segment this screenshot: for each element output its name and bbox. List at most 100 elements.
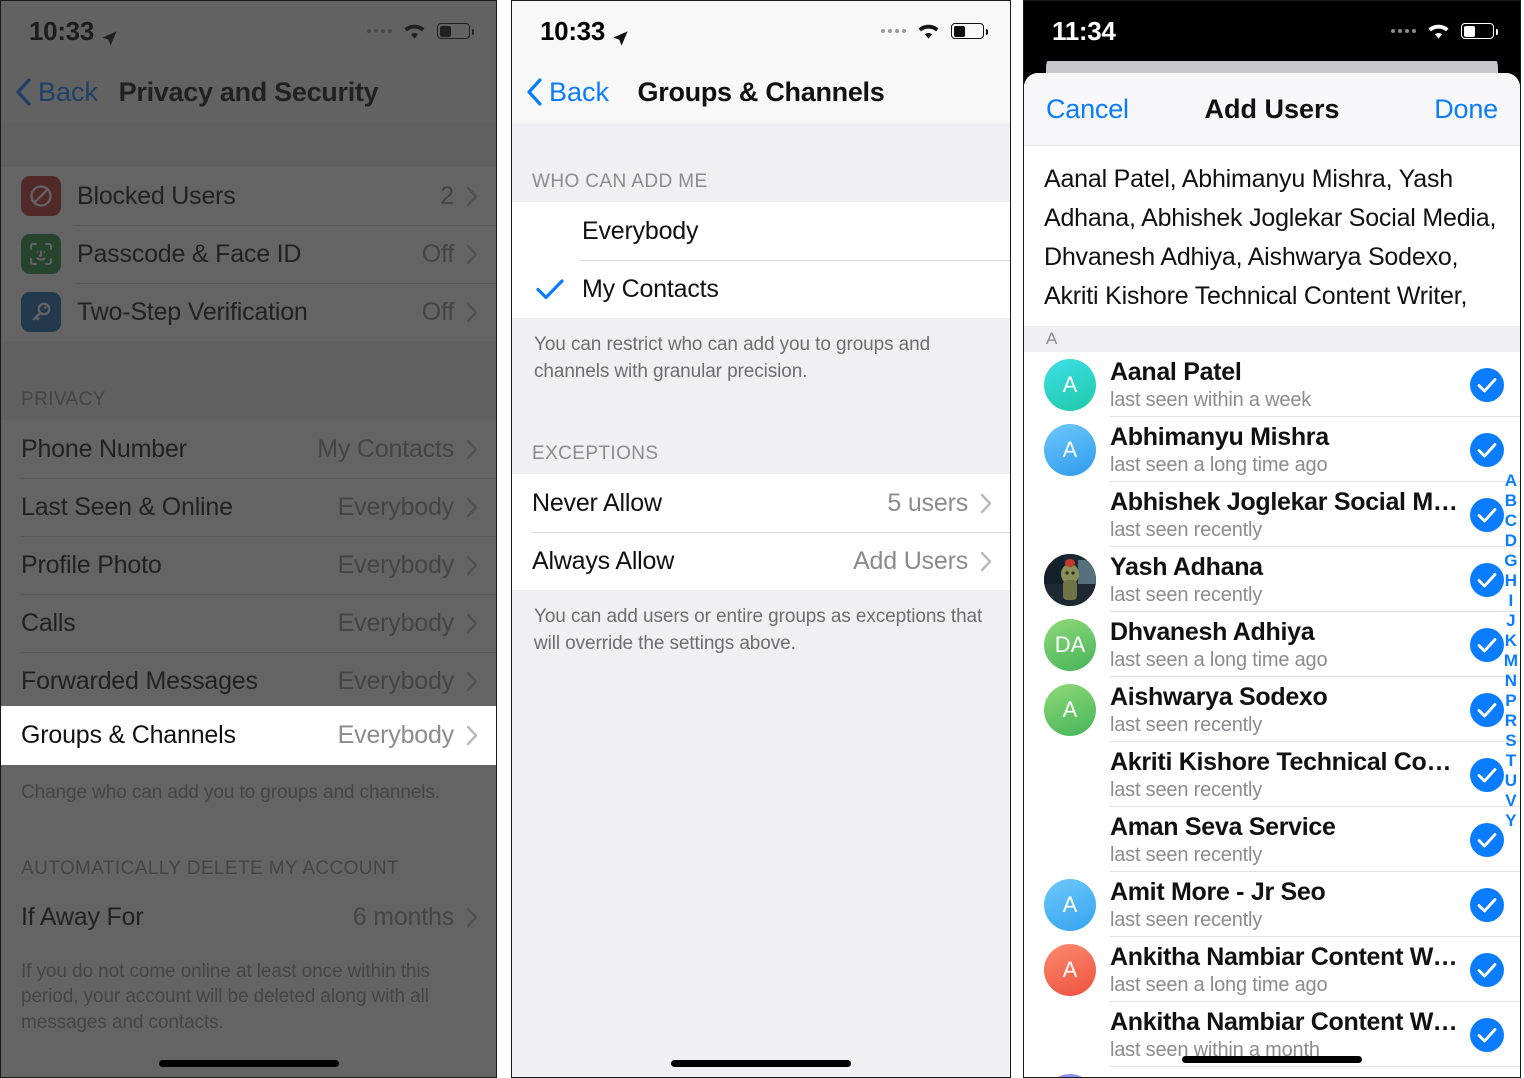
list-item[interactable]: Yash Adhana last seen recently	[1024, 547, 1520, 612]
status-time-wrap: 11:34	[1052, 16, 1116, 47]
alphabet-index-letter[interactable]: N	[1505, 671, 1517, 690]
selected-users-field[interactable]: Aanal Patel, Abhimanyu Mishra, Yash Adha…	[1024, 145, 1520, 326]
list-item[interactable]: A Abhimanyu Mishra last seen a long time…	[1024, 417, 1520, 482]
alphabet-index-letter[interactable]: M	[1504, 651, 1518, 670]
alphabet-index-letter[interactable]: D	[1505, 531, 1517, 550]
alphabet-index-letter[interactable]: G	[1504, 551, 1517, 570]
avatar-initials: A	[1062, 956, 1078, 982]
list-item[interactable]: A Apurva Singh Content Writer	[1024, 1067, 1520, 1077]
alphabet-index-letter[interactable]: Y	[1505, 811, 1516, 830]
status-time: 10:33	[540, 15, 605, 46]
section-index-header: A	[1024, 326, 1520, 352]
row-last-seen-online[interactable]: Last Seen & Online Everybody	[1, 478, 496, 536]
checkmark-selected-icon[interactable]	[1470, 822, 1504, 857]
contact-meta: Aanal Patel last seen within a week	[1110, 358, 1470, 412]
contact-meta: Amit More - Jr Seo last seen recently	[1110, 878, 1470, 932]
row-calls[interactable]: Calls Everybody	[1, 594, 496, 652]
contact-name: Abhimanyu Mishra	[1110, 422, 1329, 451]
list-item[interactable]: A Aanal Patel last seen within a week	[1024, 352, 1520, 417]
row-two-step-verification[interactable]: Two-Step Verification Off	[1, 283, 496, 341]
option-everybody[interactable]: Everybody	[512, 202, 1010, 260]
list-item[interactable]: Akriti Kishore Technical Conten… last se…	[1024, 742, 1520, 807]
done-button[interactable]: Done	[1434, 94, 1498, 125]
list-item[interactable]: A Aishwarya Sodexo last seen recently	[1024, 677, 1520, 742]
block-icon	[21, 176, 61, 216]
chevron-left-icon	[15, 78, 31, 106]
row-passcode-face-id[interactable]: Passcode & Face ID Off	[1, 225, 496, 283]
row-never-allow[interactable]: Never Allow 5 users	[512, 474, 1010, 533]
row-profile-photo[interactable]: Profile Photo Everybody	[1, 536, 496, 594]
alphabet-index-letter[interactable]: P	[1505, 691, 1516, 710]
row-if-away-for[interactable]: If Away For 6 months	[1, 888, 496, 947]
contact-name: Aishwarya Sodexo	[1110, 682, 1328, 711]
alphabet-index-letter[interactable]: J	[1506, 611, 1515, 630]
avatar	[1044, 1009, 1096, 1061]
row-forwarded-messages[interactable]: Forwarded Messages Everybody	[1, 652, 496, 710]
contact-meta: Abhimanyu Mishra last seen a long time a…	[1110, 423, 1470, 477]
checkmark-selected-icon[interactable]	[1470, 952, 1504, 987]
delete-section-header: AUTOMATICALLY DELETE MY ACCOUNT	[21, 857, 400, 879]
contact-name: Ankitha Nambiar Content Writer	[1110, 1007, 1462, 1036]
status-bar: 10:33	[1, 1, 496, 61]
list-item[interactable]: Abhishek Joglekar Social Media last seen…	[1024, 482, 1520, 547]
checkmark-selected-icon[interactable]	[1470, 627, 1504, 662]
option-my-contacts[interactable]: My Contacts	[512, 260, 1010, 318]
row-blocked-users[interactable]: Blocked Users 2	[1, 167, 496, 225]
contact-status: last seen recently	[1110, 583, 1263, 606]
status-indicators	[881, 21, 988, 41]
row-always-allow[interactable]: Always Allow Add Users	[512, 532, 1010, 591]
list-item[interactable]: A Ankitha Nambiar Content Writer last se…	[1024, 937, 1520, 1002]
checkmark-selected-icon[interactable]	[1470, 692, 1504, 727]
exceptions-note: You can add users or entire groups as ex…	[534, 606, 983, 654]
row-groups-and-channels-highlighted[interactable]: Groups & Channels Everybody	[1, 706, 496, 765]
avatar	[1044, 814, 1096, 866]
chevron-right-icon	[466, 439, 478, 460]
alphabet-index-letter[interactable]: I	[1509, 591, 1514, 610]
alphabet-index-letter[interactable]: T	[1506, 751, 1516, 770]
alphabet-index-letter[interactable]: H	[1505, 571, 1517, 590]
alphabet-index-letter[interactable]: K	[1505, 631, 1517, 650]
checkmark-selected-icon[interactable]	[1470, 367, 1504, 402]
nav-bar: Back Groups & Channels	[512, 61, 1010, 123]
section-spacer	[1, 123, 496, 167]
cancel-button[interactable]: Cancel	[1046, 94, 1129, 125]
chevron-right-icon	[466, 671, 478, 692]
alphabet-index[interactable]: ABCDGHIJKMNPRSTUVY	[1504, 471, 1518, 830]
alphabet-index-letter[interactable]: S	[1505, 731, 1516, 750]
contact-status: last seen a long time ago	[1110, 453, 1328, 476]
back-button[interactable]: Back	[512, 77, 609, 108]
contact-meta: Aishwarya Sodexo last seen recently	[1110, 683, 1470, 737]
gap	[1, 341, 496, 381]
location-arrow-icon	[612, 23, 629, 46]
alphabet-index-letter[interactable]: A	[1505, 471, 1517, 490]
alphabet-index-letter[interactable]: B	[1505, 491, 1517, 510]
list-item[interactable]: A Amit More - Jr Seo last seen recently	[1024, 872, 1520, 937]
back-label: Back	[549, 76, 610, 107]
signal-dots-icon	[881, 29, 906, 33]
contact-status: last seen a long time ago	[1110, 648, 1328, 671]
chevron-right-icon	[980, 493, 992, 514]
checkmark-selected-icon[interactable]	[1470, 432, 1504, 467]
alphabet-index-letter[interactable]: R	[1505, 711, 1517, 730]
chevron-left-icon	[526, 78, 542, 106]
list-item[interactable]: Aman Seva Service last seen recently	[1024, 807, 1520, 872]
alphabet-index-letter[interactable]: V	[1505, 791, 1516, 810]
back-button[interactable]: Back	[1, 77, 98, 108]
checkmark-selected-icon[interactable]	[1470, 562, 1504, 597]
row-label: Profile Photo	[21, 550, 162, 579]
row-value: Everybody	[337, 550, 455, 579]
checkmark-selected-icon[interactable]	[1470, 1017, 1504, 1052]
checkmark-selected-icon[interactable]	[1470, 497, 1504, 532]
row-phone-number[interactable]: Phone Number My Contacts	[1, 420, 496, 478]
contact-name: Dhvanesh Adhiya	[1110, 617, 1315, 646]
checkmark-selected-icon[interactable]	[1470, 757, 1504, 792]
option-label: Everybody	[582, 216, 699, 245]
row-label: Forwarded Messages	[21, 666, 258, 695]
panel-groups-and-channels: 10:33 Back Groups & Channels WHO CAN ADD…	[511, 0, 1011, 1078]
status-indicators	[1391, 21, 1498, 41]
alphabet-index-letter[interactable]: C	[1505, 511, 1517, 530]
alphabet-index-letter[interactable]: U	[1505, 771, 1517, 790]
list-item[interactable]: DA Dhvanesh Adhiya last seen a long time…	[1024, 612, 1520, 677]
contact-meta: Akriti Kishore Technical Conten… last se…	[1110, 748, 1470, 802]
checkmark-selected-icon[interactable]	[1470, 887, 1504, 922]
